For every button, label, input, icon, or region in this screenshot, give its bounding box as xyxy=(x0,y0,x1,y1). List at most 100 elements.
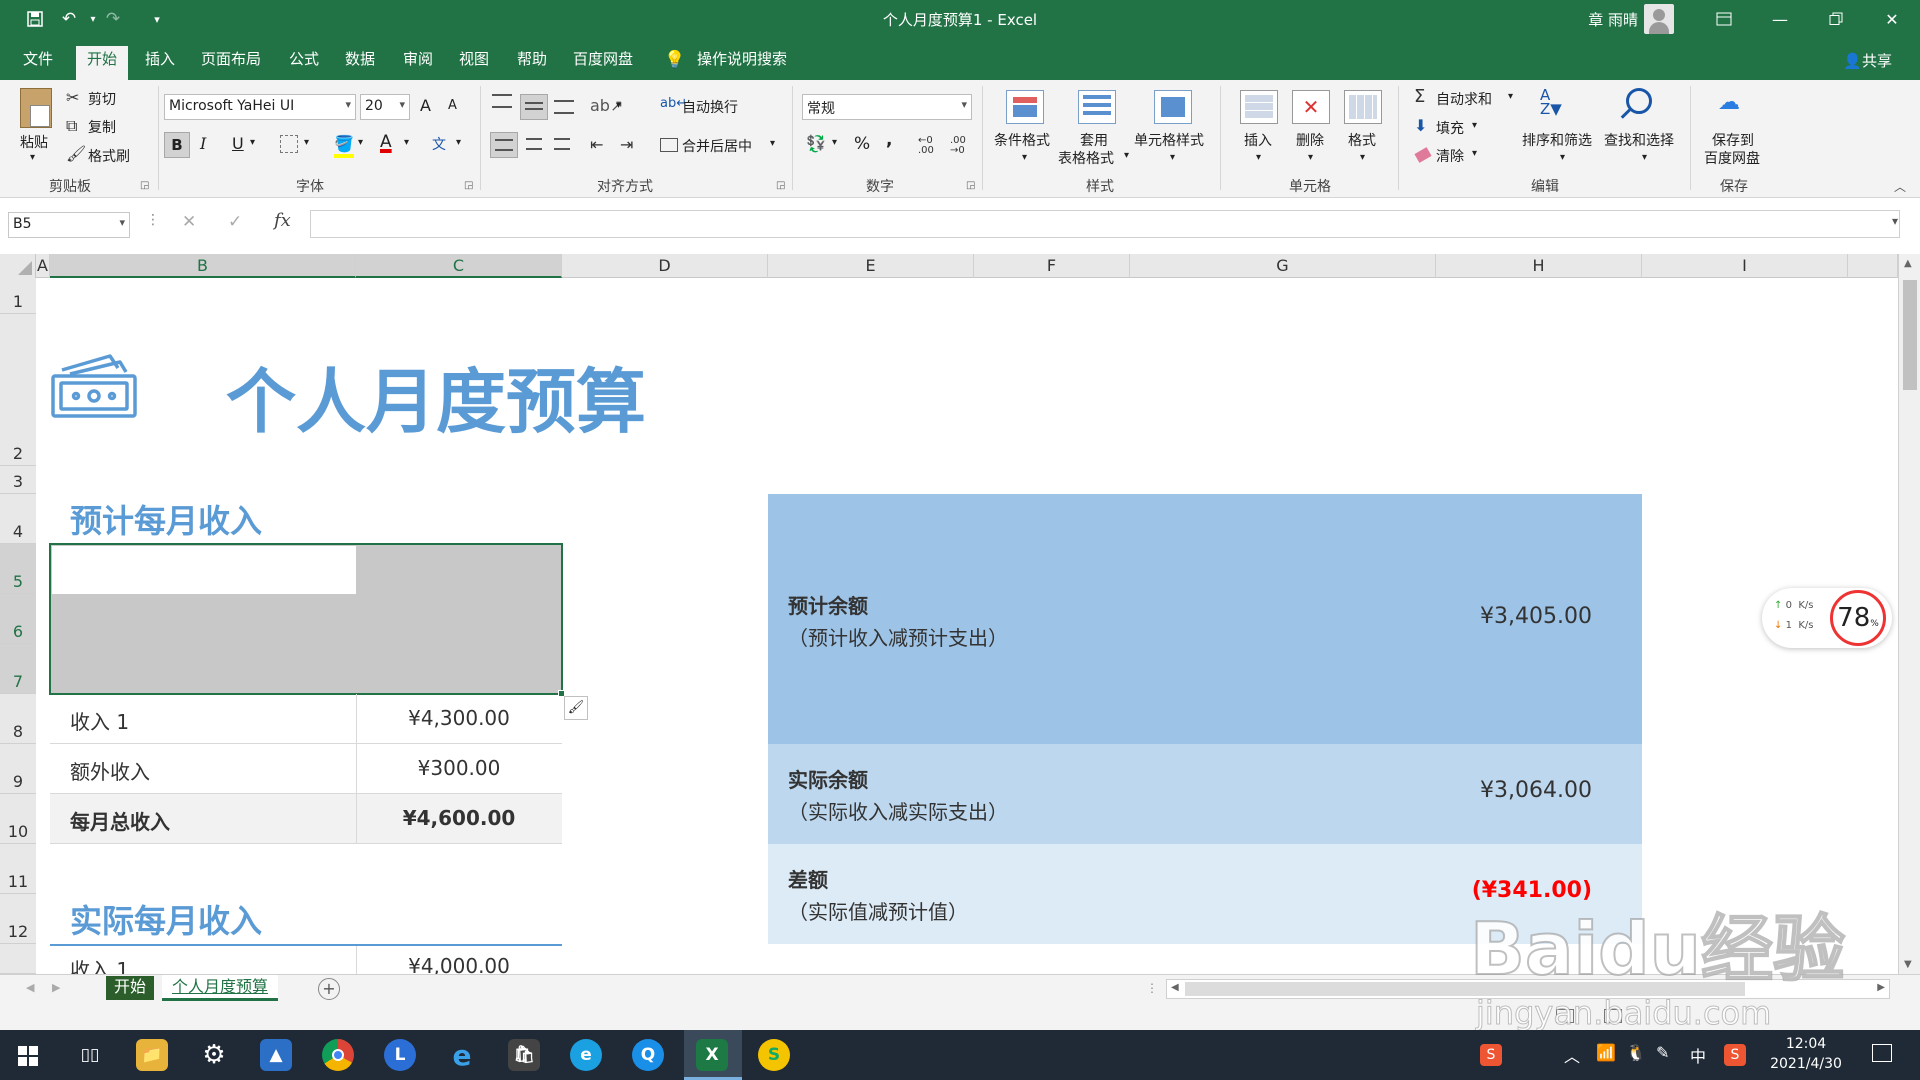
tab-view[interactable]: 视图 xyxy=(448,48,500,80)
ime-indicator[interactable]: 中 xyxy=(1690,1043,1706,1067)
table-format-button-1[interactable]: 套用 xyxy=(1080,130,1108,150)
scroll-up-icon[interactable]: ▲ xyxy=(1904,258,1912,269)
row-header-12[interactable]: 12 xyxy=(0,894,36,944)
sheet-tab-budget[interactable]: 个人月度预算 xyxy=(162,975,279,1001)
shrink-font-button[interactable]: A xyxy=(448,98,457,113)
alignment-launcher-icon[interactable]: ◲ xyxy=(776,180,785,191)
row-header-7[interactable]: 7 xyxy=(0,644,36,694)
quick-analysis-icon[interactable]: 🖌 xyxy=(564,696,588,720)
row-header-6[interactable]: 6 xyxy=(0,594,36,644)
align-right-icon[interactable] xyxy=(554,138,570,150)
store-icon[interactable]: 🛍 xyxy=(508,1039,540,1071)
borders-dropdown-icon[interactable]: ▾ xyxy=(304,137,309,148)
align-middle-icon[interactable] xyxy=(520,94,548,120)
cell-styles-icon[interactable] xyxy=(1154,90,1192,124)
photos-icon[interactable]: ▲ xyxy=(260,1039,292,1071)
row-header-11[interactable]: 11 xyxy=(0,844,36,894)
row-header-10[interactable]: 10 xyxy=(0,794,36,844)
column-header-b[interactable]: B xyxy=(50,254,356,278)
tab-review[interactable]: 审阅 xyxy=(392,48,444,80)
sogou-icon[interactable]: S xyxy=(1480,1044,1502,1066)
copy-button[interactable]: 复制 xyxy=(88,117,116,137)
tab-file[interactable]: 文件 xyxy=(12,48,64,80)
row-header-4[interactable]: 4 xyxy=(0,494,36,544)
column-header-d[interactable]: D xyxy=(562,254,768,278)
notification-icon[interactable] xyxy=(1872,1044,1892,1062)
cell-styles-dropdown-icon[interactable]: ▾ xyxy=(1170,152,1175,163)
tab-data[interactable]: 数据 xyxy=(334,48,386,80)
internet-explorer-icon[interactable]: e xyxy=(446,1039,478,1072)
row-header-9[interactable]: 9 xyxy=(0,744,36,794)
cancel-formula-icon[interactable]: ✕ xyxy=(182,212,196,232)
formula-input[interactable] xyxy=(310,210,1900,238)
format-cells-icon[interactable] xyxy=(1344,90,1382,124)
tab-page-layout[interactable]: 页面布局 xyxy=(190,48,272,80)
share-button[interactable]: 👤共享 xyxy=(1843,50,1892,71)
file-explorer-icon[interactable]: 📁 xyxy=(136,1039,168,1071)
row-header-5[interactable]: 5 xyxy=(0,544,36,594)
vertical-scrollbar[interactable]: ▲ ▼ xyxy=(1898,254,1920,974)
phonetic-dropdown-icon[interactable]: ▾ xyxy=(456,137,461,148)
insert-dropdown-icon[interactable]: ▾ xyxy=(1256,152,1261,163)
merge-dropdown-icon[interactable]: ▾ xyxy=(770,138,775,149)
qq-tray-icon[interactable]: 🐧 xyxy=(1626,1043,1646,1062)
app-s-icon[interactable]: S xyxy=(758,1039,790,1071)
increase-indent-icon[interactable]: ⇥ xyxy=(620,135,633,154)
conditional-dropdown-icon[interactable]: ▾ xyxy=(1022,152,1027,163)
table-format-dropdown-icon[interactable]: ▾ xyxy=(1124,150,1129,161)
sort-filter-icon[interactable]: A Z▼ xyxy=(1540,88,1562,117)
tab-formulas[interactable]: 公式 xyxy=(278,48,330,80)
insert-cells-button[interactable]: 插入 xyxy=(1244,130,1272,150)
next-sheet-icon[interactable]: ▶ xyxy=(52,981,60,994)
cut-button[interactable]: 剪切 xyxy=(88,89,116,109)
clipboard-launcher-icon[interactable]: ◲ xyxy=(140,180,149,191)
column-header-a[interactable]: A xyxy=(36,254,50,278)
save-netdisk-label-2[interactable]: 百度网盘 xyxy=(1704,148,1760,168)
column-header-h[interactable]: H xyxy=(1436,254,1642,278)
save-netdisk-label-1[interactable]: 保存到 xyxy=(1712,130,1754,150)
font-launcher-icon[interactable]: ◲ xyxy=(464,180,473,191)
tab-home[interactable]: 开始 xyxy=(76,46,129,80)
sheet-tab-start[interactable]: 开始 xyxy=(106,976,155,1000)
task-view-icon[interactable]: ▯▯ xyxy=(74,1039,106,1071)
font-color-dropdown-icon[interactable]: ▾ xyxy=(404,137,409,148)
income-label[interactable]: 收入 1 xyxy=(70,706,129,735)
column-header-g[interactable]: G xyxy=(1130,254,1436,278)
edge-browser-icon[interactable]: e xyxy=(570,1039,602,1071)
actual-income-value[interactable]: ¥4,000.00 xyxy=(356,954,562,974)
column-header-e[interactable]: E xyxy=(768,254,974,278)
summary-projected-balance[interactable]: 预计余额 （预计收入减预计支出） ¥3,405.00 xyxy=(768,494,1642,744)
fill-color-dropdown-icon[interactable]: ▾ xyxy=(358,137,363,148)
clock-time[interactable]: 12:04 xyxy=(1766,1036,1846,1052)
autosum-dropdown-icon[interactable]: ▾ xyxy=(1508,91,1513,102)
bold-button[interactable]: B xyxy=(164,132,190,158)
conditional-format-icon[interactable] xyxy=(1006,90,1044,124)
delete-dropdown-icon[interactable]: ▾ xyxy=(1308,152,1313,163)
number-launcher-icon[interactable]: ◲ xyxy=(966,180,975,191)
font-family-combo[interactable]: Microsoft YaHei UI xyxy=(164,94,356,120)
scroll-down-icon[interactable]: ▼ xyxy=(1904,959,1912,970)
summary-actual-balance[interactable]: 实际余额 （实际收入减实际支出） ¥3,064.00 xyxy=(768,744,1642,844)
increase-decimal-icon[interactable]: ←0.00 xyxy=(918,136,934,156)
phonetic-icon[interactable]: 文 xyxy=(432,134,446,154)
name-box[interactable]: B5 xyxy=(8,212,130,238)
align-bottom-icon[interactable] xyxy=(554,100,574,114)
sogou-ime-icon[interactable]: S xyxy=(1724,1044,1746,1066)
network-speed-widget[interactable]: ↑ 0 K/s ↓ 1 K/s 78% xyxy=(1762,588,1892,648)
conditional-format-button[interactable]: 条件格式 xyxy=(994,130,1050,150)
close-icon[interactable]: ✕ xyxy=(1864,0,1920,38)
row-header-3[interactable]: 3 xyxy=(0,466,36,494)
income-value[interactable]: ¥4,300.00 xyxy=(356,706,562,730)
borders-icon[interactable] xyxy=(280,135,298,153)
qq-browser-icon[interactable]: Q xyxy=(632,1039,664,1071)
align-center-icon[interactable] xyxy=(526,138,542,150)
clear-dropdown-icon[interactable]: ▾ xyxy=(1472,148,1477,159)
align-left-icon[interactable] xyxy=(490,132,518,158)
vertical-scroll-thumb[interactable] xyxy=(1903,280,1917,390)
row-header-2[interactable]: 2 xyxy=(0,314,36,466)
sort-dropdown-icon[interactable]: ▾ xyxy=(1560,152,1565,163)
insert-function-button[interactable]: fx xyxy=(274,210,291,231)
sort-filter-button[interactable]: 排序和筛选 xyxy=(1522,130,1592,150)
actual-income-label[interactable]: 收入 1 xyxy=(70,954,129,974)
number-format-combo[interactable]: 常规 xyxy=(802,94,972,120)
